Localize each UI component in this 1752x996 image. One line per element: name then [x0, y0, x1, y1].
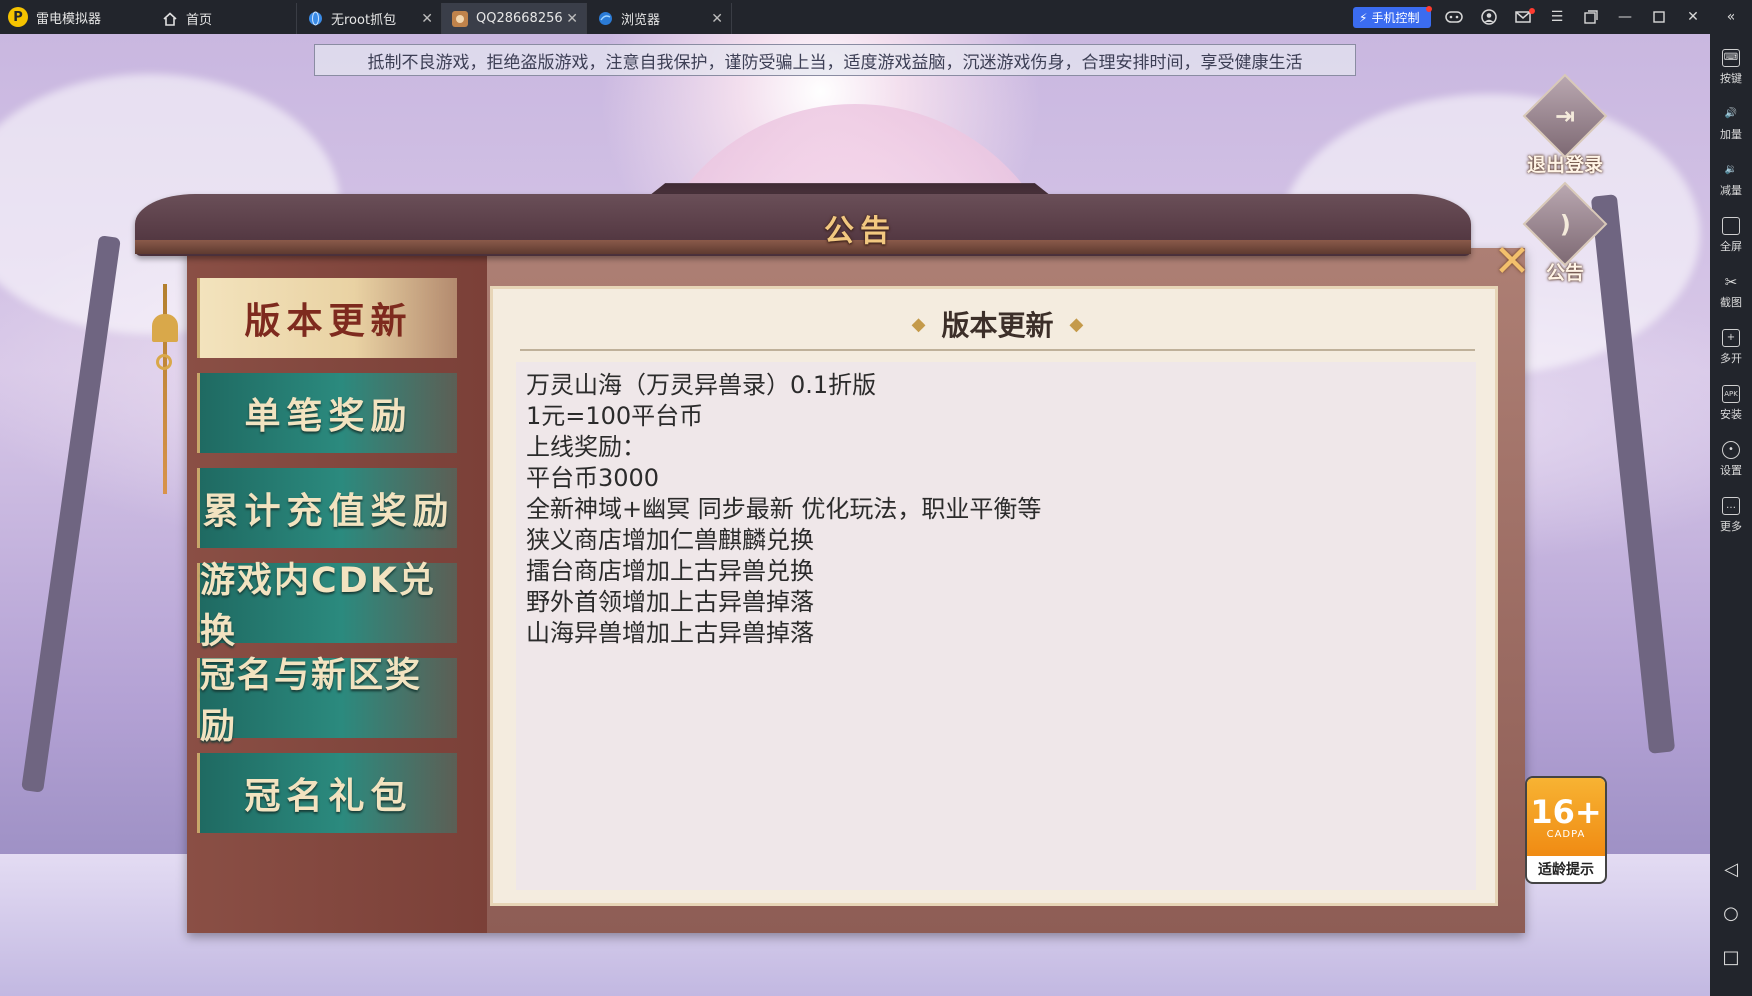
bell-ornament-icon	[150, 284, 180, 494]
content-line: 平台币3000	[526, 464, 660, 492]
more-icon: …	[1722, 496, 1740, 515]
fullscreen-icon	[1722, 216, 1740, 235]
globe-icon	[307, 11, 323, 27]
sidebar-item-volume-down[interactable]: 🔉 减量	[1710, 154, 1752, 204]
collapse-sidebar-icon[interactable]: «	[1721, 7, 1741, 27]
back-icon[interactable]: ◁	[1710, 854, 1752, 884]
sidebar-item-label: 安装	[1720, 407, 1742, 421]
menu-icon[interactable]: ☰	[1547, 7, 1567, 27]
tab-close-icon[interactable]: ✕	[421, 11, 433, 27]
logout-button[interactable]: ⇥ 退出登录	[1520, 73, 1610, 177]
tab-noroot-capture[interactable]: 无root抓包 ✕	[297, 3, 442, 34]
volume-up-icon: 🔊	[1724, 108, 1738, 119]
tab-home[interactable]: 首页	[152, 3, 297, 34]
age-rating-number: 16+	[1530, 792, 1602, 831]
tab-label: 浏览器	[621, 13, 661, 28]
close-dialog-icon[interactable]: ✕	[1492, 236, 1532, 287]
sidebar-item-label: 全屏	[1720, 239, 1742, 253]
phone-control-button[interactable]: ⚡ 手机控制	[1353, 7, 1431, 28]
minimize-icon[interactable]: —	[1615, 7, 1635, 27]
sidebar-item-settings[interactable]: • 设置	[1710, 434, 1752, 484]
sidebar-item-label: 多开	[1720, 351, 1742, 365]
age-rating-tip: 适龄提示	[1538, 862, 1594, 878]
announcement-button[interactable]: ) 公告	[1520, 181, 1610, 285]
app-title-area: P 雷电模拟器	[8, 0, 101, 34]
gamepad-icon[interactable]	[1444, 7, 1464, 27]
home-icon	[162, 11, 178, 27]
health-notice: 抵制不良游戏，拒绝盗版游戏，注意自我保护，谨防受骗上当，适度游戏益脑，沉迷游戏伤…	[314, 44, 1356, 76]
content-line: 上线奖励：	[526, 433, 646, 461]
sidebar-item-label: 按键	[1720, 71, 1742, 85]
browser-icon	[597, 11, 613, 27]
logout-door-icon: ⇥	[1522, 73, 1608, 159]
title-bar: P 雷电模拟器 首页 无root抓包 ✕ QQ28668256 ✕ 浏览器 ✕ …	[0, 0, 1752, 34]
sidebar-item-label: 截图	[1720, 295, 1742, 309]
gear-icon: •	[1722, 440, 1740, 459]
menu-cumulative-recharge[interactable]: 累计充值奖励	[197, 468, 457, 548]
tab-label: QQ28668256	[476, 11, 563, 26]
menu-single-reward[interactable]: 单笔奖励	[197, 373, 457, 453]
tab-label: 无root抓包	[331, 13, 397, 28]
content-header: ◆ 版本更新 ◆	[520, 299, 1475, 351]
sidebar-item-label: 减量	[1720, 183, 1742, 197]
home-circle-icon[interactable]: ○	[1710, 898, 1752, 928]
menu-title-gift-pack[interactable]: 冠名礼包	[197, 753, 457, 833]
sidebar-item-more[interactable]: … 更多	[1710, 490, 1752, 540]
mail-dot	[1529, 8, 1535, 14]
sidebar-item-multi-instance[interactable]: + 多开	[1710, 322, 1752, 372]
tab-browser[interactable]: 浏览器 ✕	[587, 3, 732, 34]
sidebar-item-screenshot[interactable]: ✂ 截图	[1710, 266, 1752, 316]
tab-label: 首页	[186, 13, 213, 28]
recents-icon[interactable]: □	[1710, 942, 1752, 972]
tab-close-icon[interactable]: ✕	[711, 11, 723, 27]
app-logo-icon: P	[8, 7, 28, 27]
content-body[interactable]: 万灵山海（万灵异兽录）0.1折版 1元=100平台币 上线奖励： 平台币3000…	[516, 362, 1476, 890]
volume-down-icon: 🔉	[1724, 164, 1738, 175]
content-line: 擂台商店增加上古异兽兑换	[526, 557, 814, 585]
content-line: 野外首领增加上古异兽掉落	[526, 588, 814, 616]
ornament-left-icon: ◆	[911, 313, 926, 335]
emulator-sidebar: ⌨ 按键 🔊 加量 🔉 减量 全屏 ✂ 截图 + 多开 APK 安装 • 设置 …	[1710, 34, 1752, 996]
content-line: 狭义商店增加仁兽麒麟兑换	[526, 526, 814, 554]
content-line: 1元=100平台币	[526, 402, 704, 430]
game-viewport[interactable]: 抵制不良游戏，拒绝盗版游戏，注意自我保护，谨防受骗上当，适度游戏益脑，沉迷游戏伤…	[0, 34, 1710, 996]
speaker-icon: )	[1522, 181, 1608, 267]
sidebar-item-volume-up[interactable]: 🔊 加量	[1710, 98, 1752, 148]
content-line: 万灵山海（万灵异兽录）0.1折版	[526, 371, 877, 399]
notification-dot	[1426, 6, 1432, 12]
phone-control-label: 手机控制	[1371, 11, 1420, 25]
scissors-icon: ✂	[1724, 272, 1738, 291]
content-line: 山海异兽增加上古异兽掉落	[526, 619, 814, 647]
sidebar-item-install[interactable]: APK 安装	[1710, 378, 1752, 428]
content-title: 版本更新	[941, 309, 1054, 342]
game-icon	[452, 10, 468, 27]
menu-cdk-exchange[interactable]: 游戏内CDK兑换	[197, 561, 457, 652]
age-rating-badge: 16+ CADPA 适龄提示	[1525, 776, 1607, 884]
multi-instance-icon: +	[1722, 328, 1740, 347]
sidebar-item-label: 更多	[1720, 519, 1742, 533]
user-icon[interactable]	[1479, 7, 1499, 27]
sidebar-item-keymap[interactable]: ⌨ 按键	[1710, 42, 1752, 92]
dialog-title: 公告	[824, 214, 896, 249]
lightning-icon: ⚡	[1359, 10, 1368, 25]
tab-close-icon[interactable]: ✕	[566, 11, 578, 27]
tab-qq-game[interactable]: QQ28668256 ✕	[442, 3, 587, 34]
sidebar-item-label: 加量	[1720, 127, 1742, 141]
sidebar-item-fullscreen[interactable]: 全屏	[1710, 210, 1752, 260]
restore-window-icon[interactable]	[1581, 7, 1601, 27]
keyboard-icon: ⌨	[1722, 48, 1740, 67]
ornament-right-icon: ◆	[1069, 313, 1084, 335]
maximize-icon[interactable]	[1649, 7, 1669, 27]
app-title: 雷电模拟器	[36, 11, 102, 27]
menu-version-update[interactable]: 版本更新	[197, 278, 457, 358]
menu-title-new-server-reward[interactable]: 冠名与新区奖励	[197, 656, 457, 747]
apk-icon: APK	[1722, 384, 1740, 403]
content-line: 全新神域+幽冥 同步最新 优化玩法，职业平衡等	[526, 495, 1042, 523]
sidebar-item-label: 设置	[1720, 463, 1742, 477]
age-rating-org: CADPA	[1546, 828, 1586, 840]
close-window-icon[interactable]: ✕	[1683, 7, 1703, 27]
